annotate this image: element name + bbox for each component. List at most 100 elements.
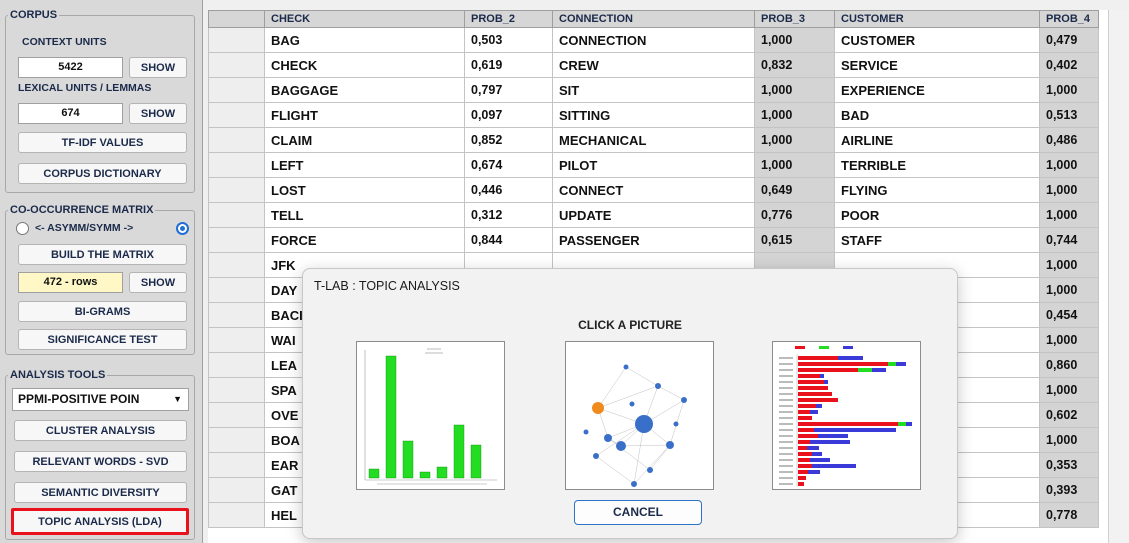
table-cell: 0,776	[754, 202, 835, 228]
stacked-bar-segment	[798, 410, 810, 414]
column-header[interactable]: PROB_2	[464, 10, 553, 28]
context-units-label: CONTEXT UNITS	[22, 36, 107, 48]
table-cell: 0,860	[1039, 352, 1099, 378]
table-cell: 0,486	[1039, 127, 1099, 153]
stacked-bar-segment	[812, 452, 822, 456]
table-cell	[208, 102, 265, 128]
stacked-bar-thumbnail[interactable]	[772, 341, 921, 490]
table-cell	[208, 502, 265, 528]
table-cell: 1,000	[1039, 327, 1099, 353]
table-cell: 1,000	[754, 77, 835, 103]
lexical-units-label: LEXICAL UNITS / LEMMAS	[18, 82, 152, 94]
table-row[interactable]: TELL 0,312 UPDATE 0,776 POOR 1,000	[208, 202, 1099, 228]
topic-analysis-button[interactable]: TOPIC ANALYSIS (LDA)	[11, 508, 189, 535]
tfidf-values-button[interactable]: TF-IDF VALUES	[18, 132, 187, 153]
table-cell: 0,312	[464, 202, 553, 228]
asymm-radio[interactable]	[16, 222, 29, 235]
table-cell: 0,674	[464, 152, 553, 178]
stacked-bar-segment	[812, 464, 856, 468]
stacked-bar-label-mark	[779, 459, 793, 461]
stacked-bar-label-mark	[779, 417, 793, 419]
vertical-scrollbar[interactable]	[1108, 10, 1129, 543]
lexical-units-field: 674	[18, 103, 123, 124]
context-units-field: 5422	[18, 57, 123, 78]
stacked-bar-segment	[808, 470, 820, 474]
table-cell	[208, 202, 265, 228]
table-cell: 0,649	[754, 177, 835, 203]
show-lexical-units-button[interactable]: SHOW	[129, 103, 187, 124]
table-cell: CONNECTION	[552, 27, 755, 53]
table-cell: LOST	[264, 177, 465, 203]
table-row[interactable]: LEFT 0,674 PILOT 1,000 TERRIBLE 1,000	[208, 152, 1099, 178]
table-row[interactable]: CHECK 0,619 CREW 0,832 SERVICE 0,402	[208, 52, 1099, 78]
show-context-units-button[interactable]: SHOW	[129, 57, 187, 78]
table-cell: 1,000	[1039, 177, 1099, 203]
method-dropdown[interactable]: PPMI-POSITIVE POIN ▼	[12, 388, 189, 411]
table-cell	[208, 227, 265, 253]
table-cell: SITTING	[552, 102, 755, 128]
table-cell	[208, 327, 265, 353]
show-rows-button[interactable]: SHOW	[129, 272, 187, 293]
table-cell	[208, 352, 265, 378]
table-cell: FORCE	[264, 227, 465, 253]
symm-radio[interactable]	[176, 222, 189, 235]
table-cell: 0,615	[754, 227, 835, 253]
table-cell: FLYING	[834, 177, 1040, 203]
stacked-bar-label-mark	[779, 363, 793, 365]
table-row[interactable]: FORCE 0,844 PASSENGER 0,615 STAFF 0,744	[208, 227, 1099, 253]
table-row[interactable]: LOST 0,446 CONNECT 0,649 FLYING 1,000	[208, 177, 1099, 203]
bar-chart-thumbnail[interactable]	[356, 341, 505, 490]
table-cell: 1,000	[1039, 427, 1099, 453]
stacked-bar-segment	[798, 356, 838, 360]
network-graph-picture	[583, 364, 687, 487]
column-header[interactable]: CUSTOMER	[834, 10, 1040, 28]
stacked-bar-label-mark	[779, 477, 793, 479]
column-header[interactable]: PROB_3	[754, 10, 835, 28]
table-cell: PILOT	[552, 152, 755, 178]
column-header[interactable]	[208, 10, 265, 28]
stacked-bar-segment	[798, 458, 810, 462]
table-cell: BAGGAGE	[264, 77, 465, 103]
column-header[interactable]: CHECK	[264, 10, 465, 28]
table-cell: 0,513	[1039, 102, 1099, 128]
table-row[interactable]: CLAIM 0,852 MECHANICAL 1,000 AIRLINE 0,486	[208, 127, 1099, 153]
corpus-dictionary-button[interactable]: CORPUS DICTIONARY	[18, 163, 187, 184]
stacked-bar-segment	[798, 422, 898, 426]
stacked-bar-segment	[898, 422, 906, 426]
left-panel: CORPUS CONTEXT UNITS 5422 SHOW LEXICAL U…	[0, 0, 203, 543]
topic-analysis-dialog: T-LAB : TOPIC ANALYSIS CLICK A PICTURE C…	[302, 268, 958, 539]
stacked-bar-segment	[798, 368, 858, 372]
significance-test-button[interactable]: SIGNIFICANCE TEST	[18, 329, 187, 350]
relevant-words-svd-button[interactable]: RELEVANT WORDS - SVD	[14, 451, 187, 472]
table-cell	[208, 52, 265, 78]
stacked-bar-segment	[798, 470, 808, 474]
table-cell: 1,000	[1039, 377, 1099, 403]
table-cell: CUSTOMER	[834, 27, 1040, 53]
stacked-bar-segment	[810, 410, 818, 414]
table-cell: STAFF	[834, 227, 1040, 253]
column-header[interactable]: PROB_4	[1039, 10, 1099, 28]
table-cell: 1,000	[1039, 277, 1099, 303]
cluster-analysis-button[interactable]: CLUSTER ANALYSIS	[14, 420, 187, 441]
table-cell: 1,000	[754, 102, 835, 128]
bigrams-button[interactable]: BI-GRAMS	[18, 301, 187, 322]
table-row[interactable]: BAG 0,503 CONNECTION 1,000 CUSTOMER 0,479	[208, 27, 1099, 53]
table-cell: UPDATE	[552, 202, 755, 228]
table-cell: 0,619	[464, 52, 553, 78]
method-dropdown-value: PPMI-POSITIVE POIN	[18, 392, 140, 406]
corpus-title: CORPUS	[8, 9, 60, 21]
cancel-button[interactable]: CANCEL	[574, 500, 702, 525]
semantic-diversity-button[interactable]: SEMANTIC DIVERSITY	[14, 482, 187, 503]
stacked-bar-segment	[816, 404, 822, 408]
table-cell	[208, 27, 265, 53]
table-cell	[208, 302, 265, 328]
table-cell	[208, 402, 265, 428]
build-matrix-button[interactable]: BUILD THE MATRIX	[18, 244, 187, 265]
table-row[interactable]: FLIGHT 0,097 SITTING 1,000 BAD 0,513	[208, 102, 1099, 128]
column-header[interactable]: CONNECTION	[552, 10, 755, 28]
network-graph-thumbnail[interactable]	[565, 341, 714, 490]
table-cell: 1,000	[754, 152, 835, 178]
table-cell	[208, 152, 265, 178]
table-row[interactable]: BAGGAGE 0,797 SIT 1,000 EXPERIENCE 1,000	[208, 77, 1099, 103]
stacked-bar-label-mark	[779, 411, 793, 413]
